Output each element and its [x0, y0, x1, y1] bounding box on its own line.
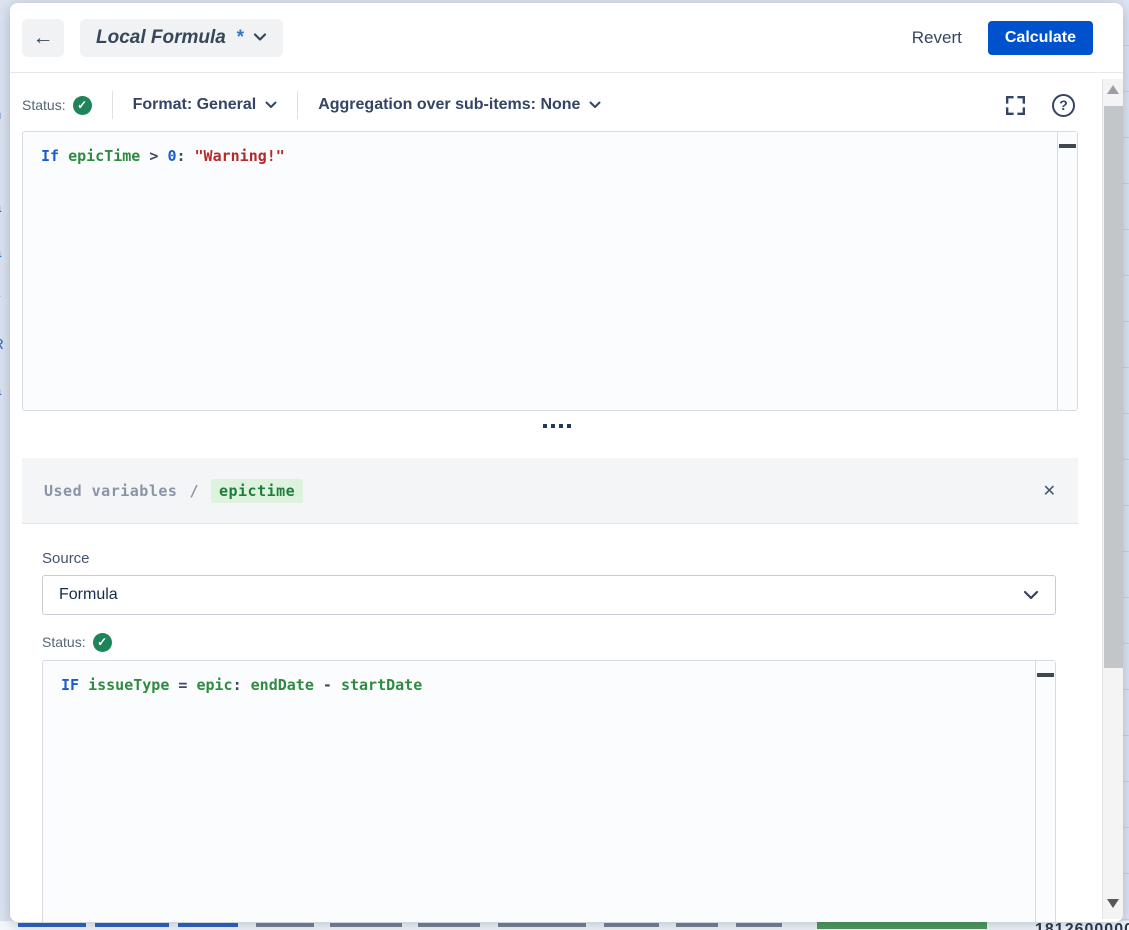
panel-resize-handle[interactable]: [10, 411, 1103, 441]
resize-dot: [559, 424, 563, 428]
formula-title: Local Formula: [96, 27, 226, 49]
source-select[interactable]: Formula: [42, 575, 1056, 615]
formula-editor-dialog: ← Local Formula * Revert Calculate Statu…: [10, 3, 1123, 922]
close-button[interactable]: ✕: [1043, 481, 1056, 501]
breadcrumb-used-variables[interactable]: Used variables: [44, 482, 177, 500]
source-select-value: Formula: [59, 586, 118, 604]
fullscreen-button[interactable]: [1003, 93, 1028, 118]
chevron-down-icon: [253, 33, 267, 42]
breadcrumb-separator: /: [189, 482, 199, 500]
editor-scrollbar-thumb[interactable]: [1037, 673, 1054, 677]
background-text-fragment: [330, 923, 402, 927]
resize-dot: [567, 424, 571, 428]
background-grid-sliver: [1123, 0, 1129, 930]
back-arrow-icon: ←: [33, 26, 54, 50]
aggregation-dropdown-label: Aggregation over sub-items: None: [318, 96, 580, 114]
variable-code-editor[interactable]: IF issueType = epic: endDate - startDate: [42, 660, 1056, 922]
code-token-operator: -: [323, 676, 332, 694]
code-token-plain: [79, 676, 88, 694]
editor-scrollbar[interactable]: [1057, 132, 1077, 410]
toolbar-divider: [112, 91, 113, 119]
fullscreen-icon: [1003, 93, 1028, 118]
background-link-fragment: [95, 923, 169, 927]
code-token-variable: epicTime: [68, 147, 140, 165]
background-progress-bar: [817, 921, 987, 929]
background-text-fragment: [256, 923, 314, 927]
variable-status-row: Status: ✓: [42, 631, 1058, 653]
status-label: Status:: [22, 97, 66, 113]
editor-toolbar: Status: ✓ Format: General Aggregation ov…: [22, 87, 1075, 123]
revert-button[interactable]: Revert: [912, 28, 962, 48]
help-icon: ?: [1052, 94, 1075, 117]
chevron-down-icon: [1023, 590, 1039, 600]
background-text-fragment: [676, 923, 718, 927]
used-variables-body: Source Formula Status: ✓ IF issueType = …: [22, 524, 1078, 922]
help-button[interactable]: ?: [1052, 94, 1075, 117]
scroll-down-arrow-icon[interactable]: [1107, 899, 1119, 908]
status-ok-icon: ✓: [73, 96, 92, 115]
aggregation-dropdown[interactable]: Aggregation over sub-items: None: [318, 96, 601, 114]
format-dropdown-label: Format: General: [133, 96, 257, 114]
status-ok-icon: ✓: [93, 633, 112, 652]
background-text-fragment: [418, 923, 480, 927]
toolbar-right-icons: ?: [1003, 93, 1075, 118]
dialog-scrollbar[interactable]: [1102, 79, 1123, 919]
status-label: Status:: [42, 634, 86, 650]
code-token-plain: [332, 676, 341, 694]
chevron-down-icon: [265, 101, 277, 109]
code-token-variable: issueType: [88, 676, 169, 694]
code-token-variable: endDate: [251, 676, 314, 694]
formula-code-editor[interactable]: If epicTime > 0: "Warning!": [22, 131, 1078, 411]
used-variables-header: Used variables / epictime ✕: [22, 458, 1078, 524]
used-variables-panel: Used variables / epictime ✕ Source Formu…: [22, 458, 1078, 922]
background-text-fragment: [604, 923, 659, 927]
background-bottom-row: 1812600000: [0, 921, 1129, 930]
code-token-keyword: IF: [61, 676, 79, 694]
background-link-fragment: [18, 923, 86, 927]
background-number-fragment: 1812600000: [1035, 921, 1129, 930]
chevron-down-icon: [589, 101, 601, 109]
editor-scrollbar-thumb[interactable]: [1059, 144, 1076, 148]
code-token-variable: epic: [196, 676, 232, 694]
background-text-fragment: [736, 923, 782, 927]
source-label: Source: [42, 550, 1058, 567]
scroll-up-arrow-icon[interactable]: [1107, 85, 1119, 94]
code-token-plain: [242, 676, 251, 694]
background-text-fragment: [498, 923, 586, 927]
format-dropdown[interactable]: Format: General: [133, 96, 278, 114]
code-token-plain: [186, 147, 195, 165]
formula-code-line: If epicTime > 0: "Warning!": [23, 132, 1077, 180]
variable-code-line: IF issueType = epic: endDate - startDate: [43, 661, 1055, 709]
background-link-fragment: [178, 923, 238, 927]
editor-scrollbar[interactable]: [1035, 661, 1055, 922]
resize-dot: [551, 424, 555, 428]
calculate-button[interactable]: Calculate: [988, 21, 1093, 55]
code-token-string: "Warning!": [195, 147, 285, 165]
variable-name-badge: epictime: [211, 479, 303, 503]
unsaved-changes-marker: *: [236, 27, 243, 49]
code-token-plain: [59, 147, 68, 165]
scrollbar-thumb[interactable]: [1104, 106, 1123, 668]
code-token-operator: :: [233, 676, 242, 694]
code-token-variable: startDate: [341, 676, 422, 694]
close-icon: ✕: [1043, 483, 1056, 500]
code-token-plain: [314, 676, 323, 694]
code-token-operator: :: [176, 147, 185, 165]
toolbar-divider: [297, 91, 298, 119]
resize-dot: [543, 424, 547, 428]
back-button[interactable]: ←: [22, 19, 64, 57]
dialog-header: ← Local Formula * Revert Calculate: [10, 3, 1123, 73]
code-token-keyword: If: [41, 147, 59, 165]
formula-title-dropdown[interactable]: Local Formula *: [80, 19, 283, 57]
